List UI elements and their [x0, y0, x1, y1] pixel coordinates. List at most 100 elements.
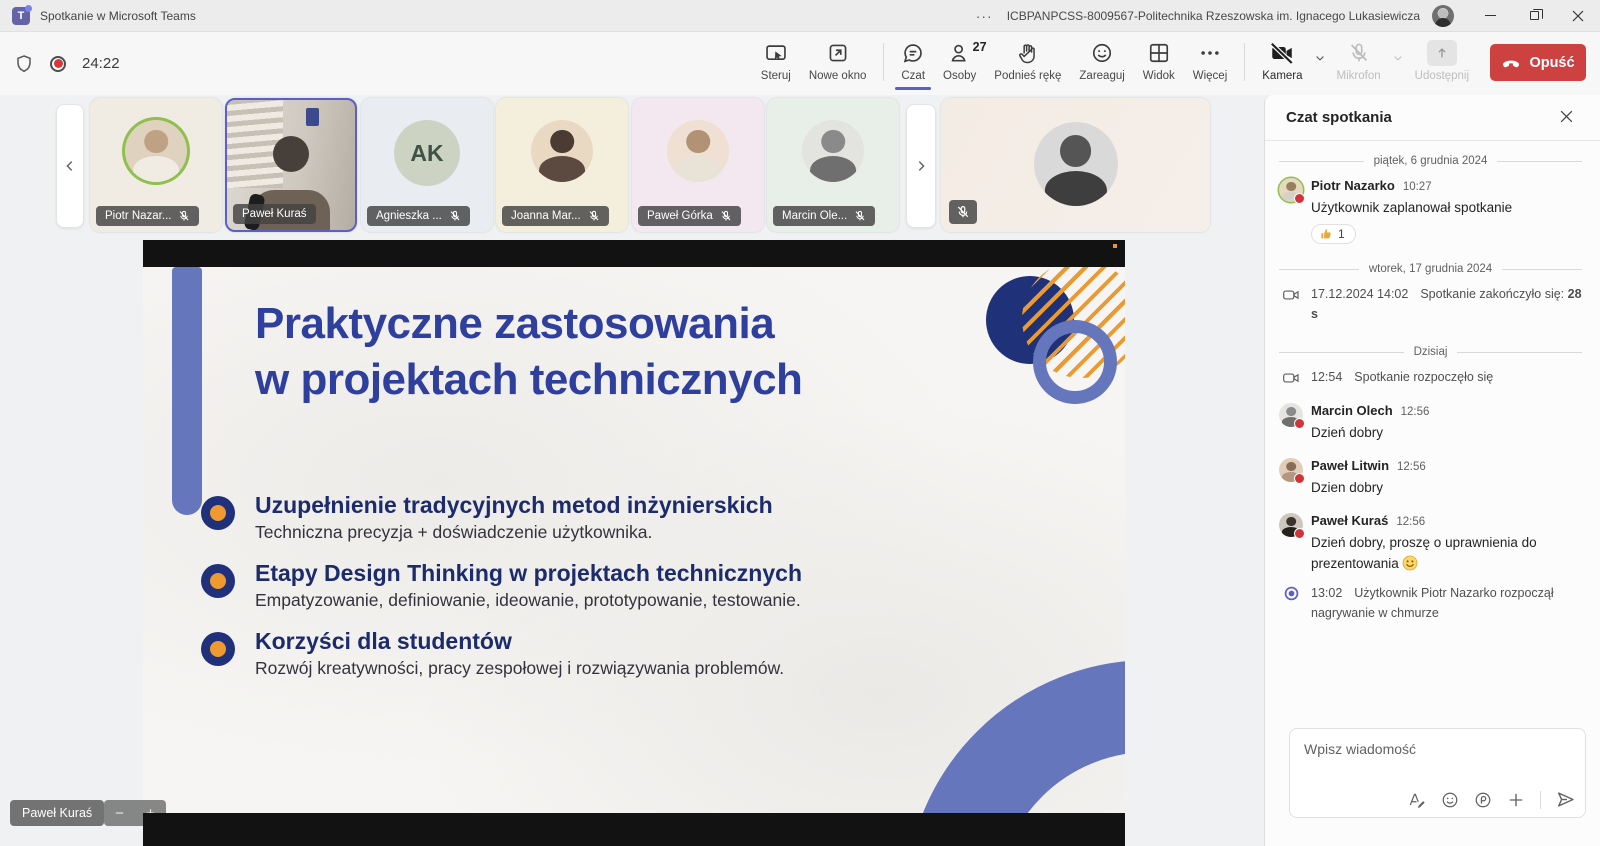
mic-off-icon	[449, 210, 461, 222]
teams-logo-icon: T	[12, 7, 30, 25]
participant-name: Marcin Ole...	[782, 210, 847, 222]
react-smiley-icon	[1091, 41, 1113, 65]
wiecej-button[interactable]: Więcej	[1184, 38, 1237, 82]
view-grid-icon	[1148, 41, 1170, 65]
nowe-okno-button[interactable]: Nowe okno	[800, 38, 876, 82]
minimize-button[interactable]	[1468, 0, 1512, 32]
send-button[interactable]	[1556, 790, 1575, 809]
mic-off-icon	[956, 205, 970, 219]
participant-name: Paweł Górka	[647, 210, 713, 222]
strip-scroll-right-button[interactable]	[906, 104, 936, 228]
meeting-toolbar: 24:22 Steruj Nowe okno Czat 27	[0, 32, 1600, 95]
chevron-left-icon	[63, 159, 77, 173]
screen-control-icon	[765, 41, 787, 65]
tile-unnamed-participant[interactable]	[941, 98, 1210, 232]
share-screen-icon	[1427, 41, 1457, 65]
mic-off-icon	[1348, 41, 1370, 65]
mic-off-icon	[720, 210, 732, 222]
send-icon	[1556, 790, 1575, 809]
thumbs-up-reaction[interactable]: 1	[1311, 224, 1356, 244]
avatar	[125, 120, 187, 182]
compose-divider	[1540, 791, 1541, 809]
chat-message-list[interactable]: piątek, 6 grudnia 2024 Piotr Nazarko10:2…	[1265, 141, 1600, 623]
mic-off-badge	[949, 200, 977, 224]
avatar	[1279, 513, 1303, 537]
avatar	[1034, 122, 1118, 206]
bullet-dot-icon	[201, 496, 235, 530]
chevron-right-icon	[914, 159, 928, 173]
close-button[interactable]	[1556, 0, 1600, 32]
attach-plus-button[interactable]	[1507, 791, 1525, 809]
chat-title: Czat spotkania	[1286, 109, 1392, 126]
czat-tab-button[interactable]: Czat	[892, 38, 934, 82]
format-text-button[interactable]	[1408, 791, 1426, 809]
camera-options-chevron-icon[interactable]	[1312, 38, 1328, 64]
avatar	[667, 120, 729, 182]
bullet-dot-icon	[201, 632, 235, 666]
widok-button[interactable]: Widok	[1134, 38, 1184, 82]
slide-bullet: Uzupełnienie tradycyjnych metod inżynier…	[201, 492, 802, 545]
titlebar: T Spotkanie w Microsoft Teams ··· ICBPAN…	[0, 0, 1600, 32]
chat-date-separator: Dzisiaj	[1279, 346, 1582, 358]
udostepnij-button[interactable]: Udostępnij	[1406, 38, 1478, 82]
podnies-reke-button[interactable]: Podnieś rękę	[985, 38, 1070, 82]
mic-off-icon	[854, 210, 866, 222]
opusc-leave-button[interactable]: Opuść	[1490, 44, 1586, 81]
tile-joanna[interactable]: Joanna Mar...	[496, 98, 628, 232]
avatar	[531, 120, 593, 182]
format-icon	[1408, 791, 1426, 809]
slide-letterbox-bottom	[143, 813, 1125, 846]
thumbs-up-icon	[1319, 227, 1333, 241]
chat-compose-box: Wpisz wiadomość	[1289, 728, 1586, 818]
user-avatar[interactable]	[1432, 5, 1454, 27]
more-ellipsis-icon	[1199, 41, 1221, 65]
camera-off-icon	[1270, 41, 1294, 65]
kamera-button[interactable]: Kamera	[1253, 38, 1311, 82]
zareaguj-button[interactable]: Zareaguj	[1070, 38, 1133, 82]
presenter-silhouette	[273, 136, 309, 172]
meeting-title: ICBPANPCSS-8009567-Politechnika Rzeszows…	[1007, 9, 1420, 23]
chat-icon	[902, 41, 924, 65]
emoji-button[interactable]	[1441, 791, 1459, 809]
meeting-chat-panel: Czat spotkania piątek, 6 grudnia 2024 Pi…	[1264, 95, 1600, 846]
participant-name: Joanna Mar...	[511, 210, 581, 222]
chat-message: Paweł Litwin12:56 Dzien dobry	[1279, 456, 1582, 498]
toolbar-divider	[1244, 43, 1245, 81]
tile-agnieszka[interactable]: AK Agnieszka ...	[361, 98, 493, 232]
restore-icon	[1530, 11, 1539, 20]
osoby-button[interactable]: 27 Osoby	[934, 38, 985, 82]
chat-input[interactable]: Wpisz wiadomość	[1304, 741, 1416, 757]
emoji-icon	[1441, 791, 1459, 809]
slide-bullets: Uzupełnienie tradycyjnych metod inżynier…	[201, 492, 802, 696]
restore-button[interactable]	[1512, 0, 1556, 32]
recording-icon	[1279, 583, 1303, 623]
strip-scroll-left-button[interactable]	[56, 104, 84, 228]
steruj-button[interactable]: Steruj	[752, 38, 800, 82]
tile-marcin-olech[interactable]: Marcin Ole...	[767, 98, 899, 232]
titlebar-more-button[interactable]: ···	[962, 8, 1007, 24]
new-window-icon	[827, 41, 849, 65]
slide-letterbox-top	[143, 240, 1125, 267]
avatar-initials: AK	[394, 120, 460, 186]
mic-off-icon	[588, 210, 600, 222]
loop-button[interactable]	[1474, 791, 1492, 809]
participant-filmstrip: Piotr Nazar... Paweł Kuraś AK Agnieszka …	[0, 97, 1264, 235]
slide-decoration-bar	[172, 267, 202, 515]
slide-bullet: Korzyści dla studentów Rozwój kreatywnoś…	[201, 628, 802, 681]
plus-icon	[1507, 791, 1525, 809]
tile-pawel-kuras-video[interactable]: Paweł Kuraś	[225, 98, 357, 232]
tile-pawel-gorka[interactable]: Paweł Górka	[632, 98, 764, 232]
chat-date-separator: piątek, 6 grudnia 2024	[1279, 155, 1582, 167]
video-camera-icon	[1279, 284, 1303, 324]
slide-title: Praktyczne zastosowania w projektach tec…	[255, 296, 802, 408]
avatar	[1279, 178, 1303, 202]
participant-name: Paweł Kuraś	[242, 208, 307, 220]
tile-piotr-nazarko[interactable]: Piotr Nazar...	[90, 98, 222, 232]
mic-options-chevron-icon[interactable]	[1390, 38, 1406, 64]
chat-message: Marcin Olech12:56 Dzień dobry	[1279, 401, 1582, 443]
close-icon	[1559, 109, 1574, 124]
zoom-out-button[interactable]: −	[115, 805, 124, 822]
mikrofon-button[interactable]: Mikrofon	[1328, 38, 1390, 82]
chat-close-button[interactable]	[1559, 109, 1574, 124]
participant-name: Agnieszka ...	[376, 210, 442, 222]
